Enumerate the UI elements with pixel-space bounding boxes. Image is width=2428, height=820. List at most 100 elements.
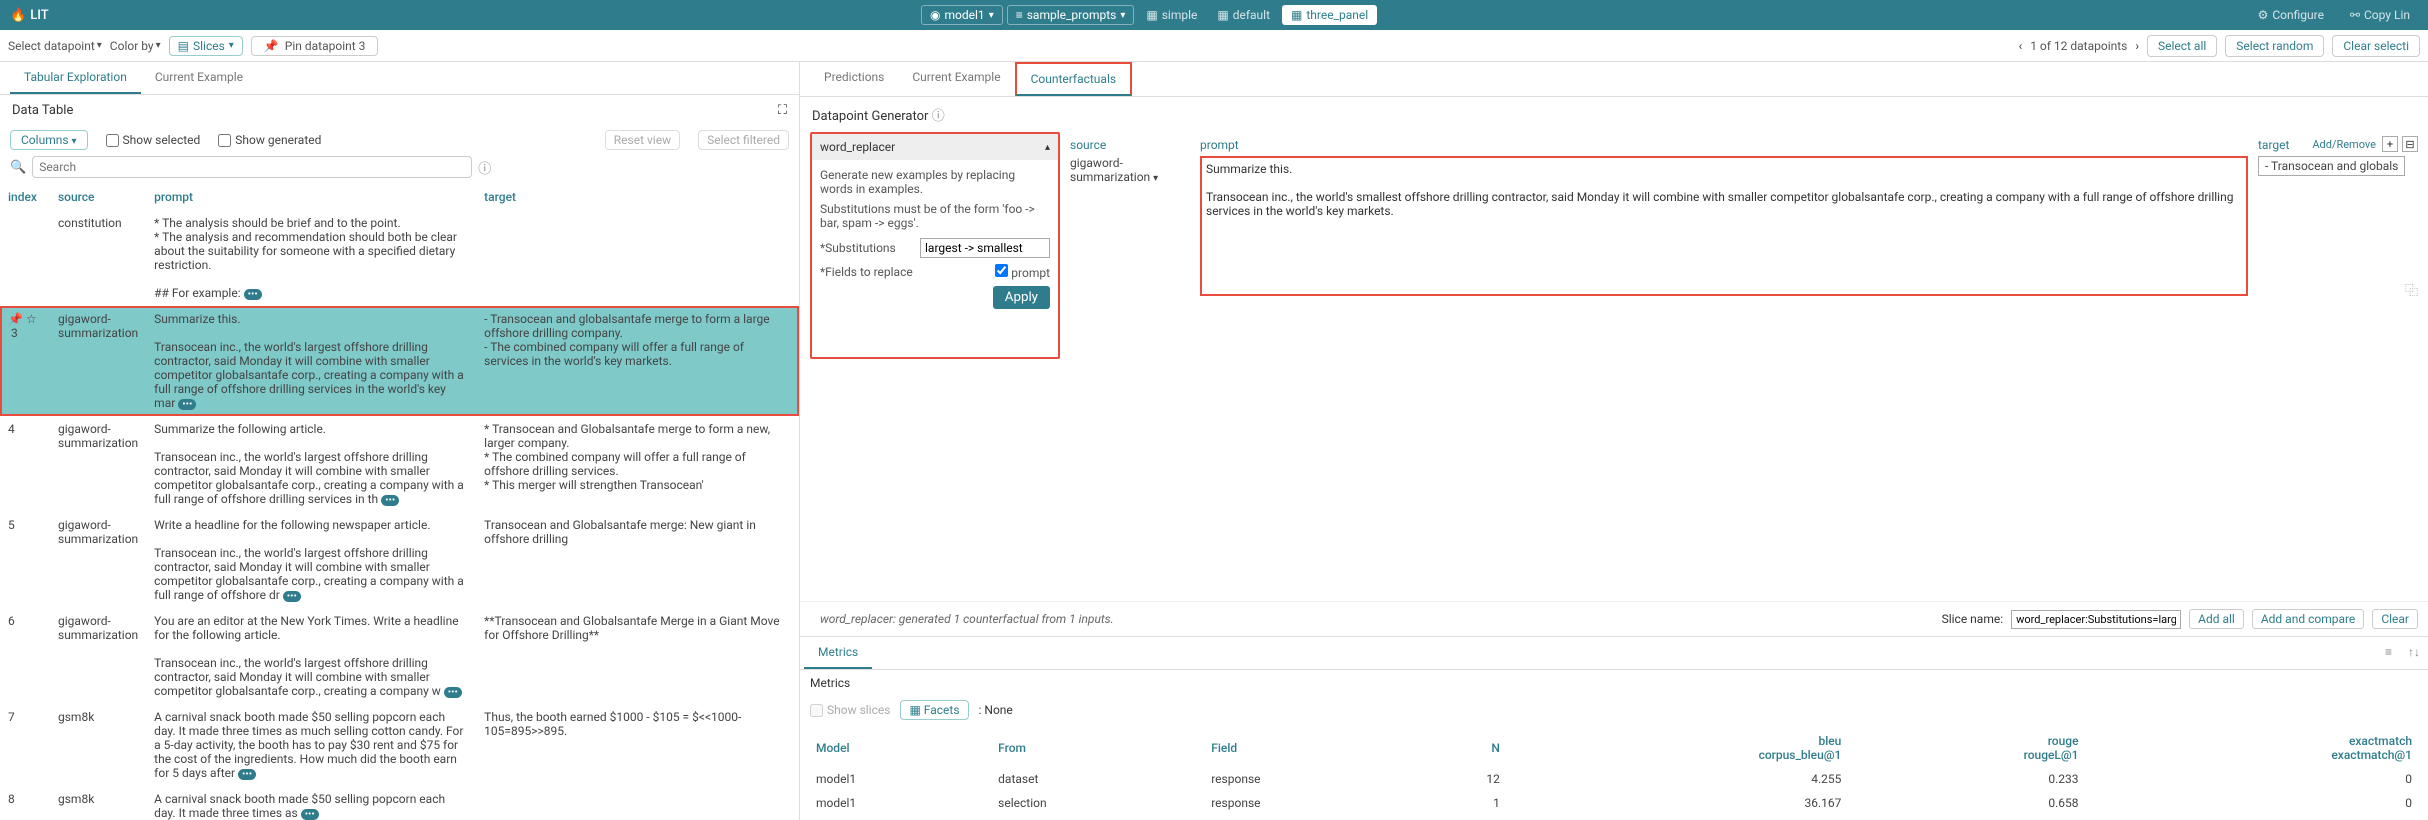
ellipsis-icon[interactable]: •••	[178, 399, 196, 410]
table-row[interactable]: 6 gigaword-summarization You are an edit…	[0, 608, 799, 704]
pin-icon[interactable]: 📌	[8, 312, 23, 326]
apply-button[interactable]: Apply	[993, 286, 1050, 309]
slices-button[interactable]: ▤Slices▾	[169, 36, 243, 56]
mcol-n[interactable]: N	[1423, 730, 1503, 766]
table-row[interactable]: 4 gigaword-summarization Summarize the f…	[0, 416, 799, 512]
generator-header[interactable]: word_replacer▴	[812, 134, 1058, 160]
color-by-dropdown[interactable]: Color by▾	[110, 39, 161, 53]
facets-button[interactable]: ▦ Facets	[900, 700, 968, 720]
right-tabs: Predictions Current Example Counterfactu…	[800, 62, 2428, 97]
mcol-field[interactable]: Field	[1207, 730, 1421, 766]
configure-button[interactable]: ⚙Configure	[2250, 6, 2332, 24]
ellipsis-icon[interactable]: •••	[444, 687, 462, 698]
sort-icon[interactable]: ↑↓	[2400, 637, 2428, 669]
model-selector[interactable]: ◉model1▾	[921, 5, 1003, 25]
tab-predictions[interactable]: Predictions	[810, 62, 898, 96]
add-compare-button[interactable]: Add and compare	[2252, 609, 2364, 629]
layout-default[interactable]: ▦default	[1209, 5, 1278, 25]
clear-selection-button[interactable]: Clear selecti	[2332, 35, 2420, 57]
pin-datapoint-button[interactable]: 📌Pin datapoint 3	[251, 36, 379, 56]
mcol-exact[interactable]: exactmatchexactmatch@1	[2085, 730, 2417, 766]
mcol-from[interactable]: From	[994, 730, 1205, 766]
layout-label: simple	[1162, 8, 1198, 22]
tab-counterfactuals[interactable]: Counterfactuals	[1015, 62, 1133, 96]
dataset-selector[interactable]: ≡sample_prompts▾	[1007, 5, 1135, 25]
add-all-button[interactable]: Add all	[2189, 609, 2244, 629]
ellipsis-icon[interactable]: •••	[381, 495, 399, 506]
field-prompt-checkbox[interactable]: prompt	[995, 264, 1050, 280]
reset-view-button[interactable]: Reset view	[605, 130, 680, 150]
remove-icon[interactable]: ⊟	[2402, 136, 2418, 152]
show-generated-checkbox[interactable]: Show generated	[218, 133, 321, 147]
star-icon[interactable]: ☆	[26, 312, 37, 326]
columns-dropdown[interactable]: Columns ▾	[10, 130, 88, 150]
mcol-bleu[interactable]: bleucorpus_bleu@1	[1506, 730, 1846, 766]
table-row[interactable]: constitution * The analysis should be br…	[0, 210, 799, 306]
source-dropdown[interactable]: gigaword-summarization ▾	[1070, 156, 1190, 184]
target-chip[interactable]: - Transocean and globals	[2258, 156, 2405, 176]
table-row[interactable]: 8 gsm8k A carnival snack booth made $50 …	[0, 786, 799, 820]
slice-name-input[interactable]	[2011, 610, 2181, 629]
field-prompt-input[interactable]	[995, 264, 1008, 277]
search-input[interactable]	[32, 156, 472, 178]
copy-link-button[interactable]: ⚯Copy Lin	[2342, 6, 2418, 24]
link-icon: ⚯	[2350, 8, 2360, 22]
mcol-rouge[interactable]: rougerougeL@1	[1847, 730, 2082, 766]
cell-prompt: Write a headline for the following newsp…	[146, 512, 476, 608]
tab-tabular-exploration[interactable]: Tabular Exploration	[10, 62, 141, 94]
cell-target	[476, 210, 799, 306]
col-source[interactable]: source	[50, 184, 146, 210]
cell-source: gigaword-summarization	[50, 608, 146, 704]
select-all-button[interactable]: Select all	[2147, 35, 2217, 57]
tab-current-example[interactable]: Current Example	[898, 62, 1014, 96]
ellipsis-icon[interactable]: •••	[238, 769, 256, 780]
source-label: source	[1070, 132, 1190, 156]
layout-three-panel[interactable]: ▦three_panel	[1282, 5, 1377, 25]
table-row[interactable]: 📌 ☆ 3 gigaword-summarization Summarize t…	[0, 306, 799, 416]
color-by-label: Color by	[110, 39, 154, 53]
tab-current-example[interactable]: Current Example	[141, 62, 257, 94]
nav-next[interactable]: ›	[2135, 39, 2139, 53]
help-icon[interactable]: ⓘ	[932, 109, 945, 124]
data-table[interactable]: index source prompt target constitution …	[0, 184, 799, 820]
cell-target: - Transocean and globalsantafe merge to …	[476, 306, 799, 416]
cell-source: gigaword-summarization	[50, 416, 146, 512]
show-slices-input	[810, 704, 823, 717]
ellipsis-icon[interactable]: •••	[301, 809, 319, 820]
help-icon[interactable]: ⓘ	[478, 158, 491, 177]
nav-prev[interactable]: ‹	[2019, 39, 2023, 53]
col-target[interactable]: target	[476, 184, 799, 210]
drag-icon[interactable]: ≡	[2377, 637, 2400, 669]
add-remove-link[interactable]: Add/Remove	[2312, 138, 2376, 151]
generator-title-row: Datapoint Generator ⓘ	[800, 97, 2428, 132]
show-selected-checkbox[interactable]: Show selected	[106, 133, 201, 147]
select-filtered-button[interactable]: Select filtered	[698, 130, 789, 150]
ellipsis-icon[interactable]: •••	[244, 289, 262, 300]
add-icon[interactable]: +	[2382, 136, 2398, 152]
generator-desc2: Substitutions must be of the form 'foo -…	[820, 202, 1050, 230]
clear-cf-button[interactable]: Clear	[2372, 609, 2418, 629]
list-icon: ≡	[1016, 8, 1023, 22]
show-slices-checkbox[interactable]: Show slices	[810, 703, 890, 717]
select-datapoint-dropdown[interactable]: Select datapoint▾	[8, 39, 102, 53]
metrics-table: Model From Field N bleucorpus_bleu@1 rou…	[800, 724, 2428, 820]
table-row[interactable]: 5 gigaword-summarization Write a headlin…	[0, 512, 799, 608]
cell-index: 5	[0, 512, 50, 608]
ellipsis-icon[interactable]: •••	[283, 591, 301, 602]
chevron-down-icon: ▾	[229, 40, 234, 51]
col-index[interactable]: index	[0, 184, 50, 210]
subs-input[interactable]	[920, 238, 1050, 258]
select-random-button[interactable]: Select random	[2225, 35, 2324, 57]
mcol-model[interactable]: Model	[812, 730, 992, 766]
show-generated-label: Show generated	[235, 133, 321, 147]
table-row[interactable]: 7 gsm8k A carnival snack booth made $50 …	[0, 704, 799, 786]
cell-prompt: * The analysis should be brief and to th…	[146, 210, 476, 306]
show-generated-input[interactable]	[218, 134, 231, 147]
col-prompt[interactable]: prompt	[146, 184, 476, 210]
prompt-textarea[interactable]: Summarize this. Transocean inc., the wor…	[1200, 156, 2248, 296]
tab-metrics[interactable]: Metrics	[804, 637, 872, 669]
copy-icon[interactable]: ⿻	[2405, 284, 2418, 299]
show-selected-input[interactable]	[106, 134, 119, 147]
expand-icon[interactable]: ⛶	[778, 103, 787, 118]
layout-simple[interactable]: ▦simple	[1138, 5, 1205, 25]
